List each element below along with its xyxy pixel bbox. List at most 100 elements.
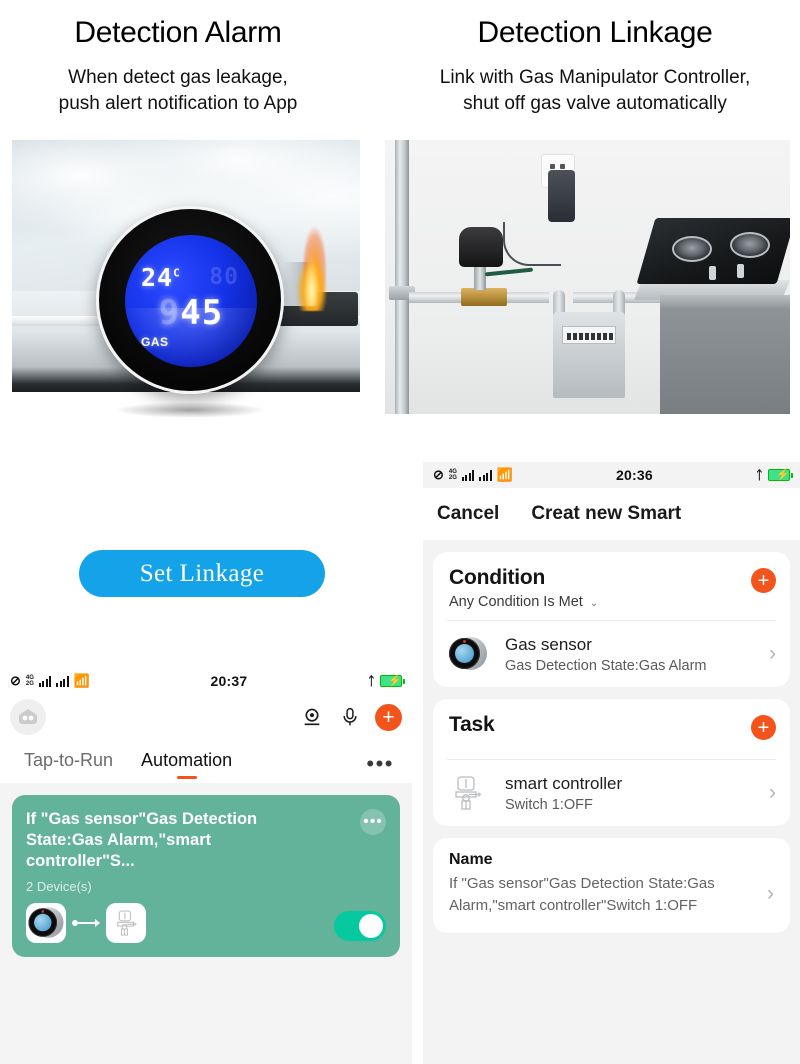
hob-knob-right	[737, 264, 744, 278]
gas-meter-dial	[562, 326, 616, 344]
right-heading-subtitle: Link with Gas Manipulator Controller, sh…	[400, 65, 790, 116]
status-bar-left: ⊘ 4G 2G 📶 20:37 ᛏ ⚡	[0, 668, 412, 694]
hob-knob-left	[709, 266, 716, 280]
microphone-icon[interactable]	[335, 702, 365, 732]
lcd-gas-reading: 945	[125, 293, 257, 333]
name-value: If "Gas sensor"Gas Detection State:Gas A…	[449, 875, 715, 914]
status-bar-clock: 20:37	[210, 673, 248, 689]
lcd-temperature: 24C	[141, 263, 181, 292]
no-sim-icon: ⊘	[433, 467, 444, 482]
right-heading-subtitle-line1: Link with Gas Manipulator Controller,	[439, 67, 751, 88]
task-row-text: smart controller Switch 1:OFF	[505, 774, 769, 813]
automation-toolbar: +	[0, 694, 412, 740]
lcd-gas-reading-value: 45	[180, 293, 224, 333]
wifi-icon: 📶	[496, 467, 514, 482]
signal-bars-icon-2	[479, 469, 492, 481]
power-cord	[503, 222, 561, 266]
valve-lever	[484, 267, 534, 277]
network-label-2g: 2G	[448, 475, 457, 481]
gas-meter-digits	[567, 333, 613, 340]
hob-burner-right	[730, 232, 770, 258]
status-bar-left-icons: ⊘ 4G 2G 📶	[433, 467, 513, 483]
automation-top-area: ⊘ 4G 2G 📶 20:37 ᛏ ⚡ + Tap-to-Run Automat…	[0, 668, 412, 783]
bluetooth-icon: ᛏ	[755, 468, 763, 482]
name-card[interactable]: Name If "Gas sensor"Gas Detection State:…	[433, 838, 790, 933]
signal-bars-icon-2	[56, 675, 69, 687]
add-automation-button[interactable]: +	[375, 703, 402, 731]
condition-card: Condition Any Condition Is Met ⌄ + Gas s…	[433, 552, 790, 687]
automation-card-menu-button[interactable]: •••	[360, 809, 386, 835]
task-heading: Task	[449, 713, 495, 736]
signal-bars-icon	[38, 675, 52, 687]
task-device-name: smart controller	[505, 773, 623, 793]
left-heading-block: Detection Alarm When detect gas leakage,…	[0, 16, 356, 116]
left-heading-title: Detection Alarm	[74, 16, 282, 49]
task-card: Task + smart controller Switch 1:OFF ›	[433, 699, 790, 826]
lcd-humidity: 80	[209, 264, 239, 290]
phone-screenshot-automation-list: ⊘ 4G 2G 📶 20:37 ᛏ ⚡ + Tap-to-Run Automat…	[0, 668, 412, 1064]
fire-flame	[286, 219, 338, 312]
left-heading-subtitle-line2: push alert notification to App	[58, 92, 298, 114]
condition-row-text: Gas sensor Gas Detection State:Gas Alarm	[505, 635, 769, 674]
add-task-button[interactable]: +	[751, 715, 776, 740]
device-chip-gas-sensor	[26, 903, 66, 944]
task-device-detail: Switch 1:OFF	[505, 796, 593, 813]
condition-row-gas-sensor[interactable]: Gas sensor Gas Detection State:Gas Alarm…	[433, 621, 790, 687]
cancel-button[interactable]: Cancel	[437, 503, 499, 525]
gas-meter	[553, 312, 625, 398]
lcd-temperature-value: 24	[141, 263, 174, 292]
chevron-right-icon: ›	[769, 781, 776, 804]
arrow-right-icon	[66, 917, 106, 929]
automation-card-title: If "Gas sensor"Gas Detection State:Gas A…	[26, 810, 258, 871]
tab-tap-to-run[interactable]: Tap-to-Run	[10, 746, 127, 781]
name-label: Name	[449, 851, 493, 868]
battery-charging-icon: ⚡	[380, 675, 405, 687]
right-heading-title: Detection Linkage	[477, 16, 713, 49]
left-heading-subtitle: When detect gas leakage, push alert noti…	[0, 65, 356, 116]
detector-lcd-screen: 24C 80 945 GAS	[125, 235, 257, 367]
set-linkage-button[interactable]: Set Linkage	[79, 550, 325, 597]
condition-device-detail: Gas Detection State:Gas Alarm	[505, 657, 707, 674]
signal-bars-icon	[461, 469, 475, 481]
automation-device-chips	[26, 903, 386, 944]
gas-manipulator-controller	[459, 227, 503, 267]
kitchen-cabinet	[660, 295, 790, 414]
left-heading-subtitle-line1: When detect gas leakage,	[68, 67, 288, 88]
camera-scan-icon[interactable]	[297, 702, 327, 732]
status-bar-clock: 20:36	[616, 467, 653, 483]
chevron-right-icon: ›	[769, 642, 776, 665]
status-bar-right-icons: ᛏ ⚡	[755, 468, 793, 482]
wifi-icon: 📶	[73, 673, 91, 688]
valve-neck	[474, 264, 486, 290]
network-label-stack: 4G 2G	[26, 675, 34, 687]
gas-pipeline-installation-photo	[385, 140, 790, 414]
detector-body: 24C 80 945 GAS	[96, 206, 284, 394]
detector-lcd-lens: 24C 80 945 GAS	[125, 235, 257, 367]
automation-card[interactable]: If "Gas sensor"Gas Detection State:Gas A…	[12, 795, 400, 958]
chevron-down-icon: ⌄	[589, 598, 599, 609]
smart-controller-icon	[447, 772, 489, 814]
lcd-gas-label: GAS	[141, 335, 169, 349]
network-label-stack: 4G 2G	[449, 469, 457, 481]
more-options-icon[interactable]: •••	[366, 751, 402, 777]
avatar[interactable]	[10, 699, 46, 735]
wall-gas-pipe	[395, 140, 409, 414]
condition-heading: Condition	[449, 566, 546, 589]
socket-hole-right	[560, 164, 565, 169]
condition-device-name: Gas sensor	[505, 634, 592, 654]
socket-hole-left	[550, 164, 555, 169]
hob-burner-left	[672, 236, 712, 262]
right-heading-subtitle-line2: shut off gas valve automatically	[463, 92, 727, 114]
automation-enable-toggle[interactable]	[334, 911, 386, 942]
tab-automation[interactable]: Automation	[127, 746, 246, 781]
add-condition-button[interactable]: +	[751, 568, 776, 593]
condition-mode-label: Any Condition Is Met	[449, 594, 583, 610]
phone-screenshot-create-smart: ⊘ 4G 2G 📶 20:36 ᛏ ⚡ Cancel Creat new Sma…	[423, 462, 800, 1064]
create-smart-navbar: Cancel Creat new Smart	[423, 488, 800, 540]
status-bar-left-icons: ⊘ 4G 2G 📶	[10, 673, 90, 689]
task-row-smart-controller[interactable]: smart controller Switch 1:OFF ›	[433, 760, 790, 826]
lcd-gas-reading-dim: 9	[158, 293, 181, 333]
gas-sensor-icon	[447, 633, 489, 675]
detector-drop-shadow	[114, 402, 266, 418]
condition-mode-selector[interactable]: Any Condition Is Met ⌄	[449, 594, 774, 610]
